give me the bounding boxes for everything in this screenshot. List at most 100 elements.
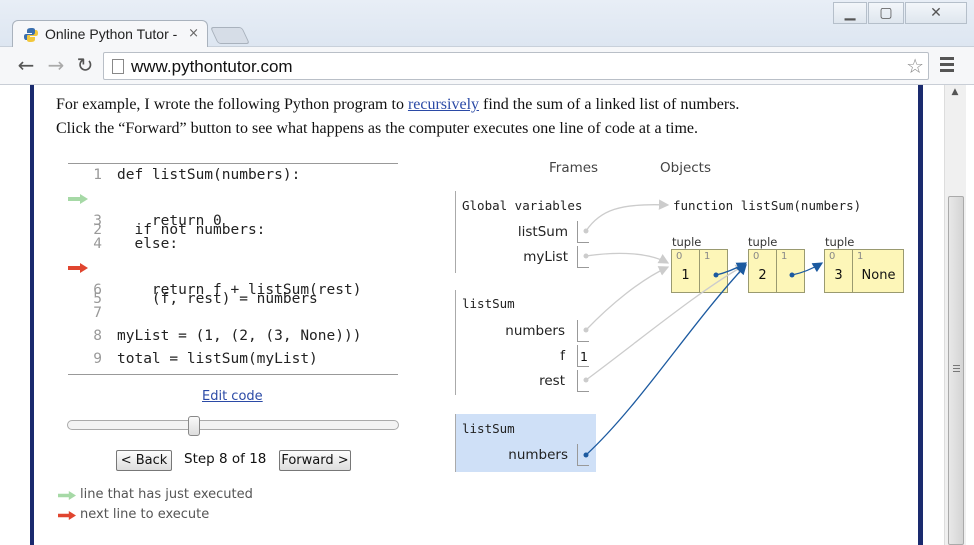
line-number: 6 <box>93 282 102 298</box>
next-line-arrow-icon <box>68 263 88 273</box>
intro-text-part: find the sum of a linked list of numbers… <box>479 96 740 113</box>
cell-index: 0 <box>829 251 836 262</box>
scrollbar-grip-icon <box>953 365 960 374</box>
forward-button[interactable]: Forward > <box>279 450 351 471</box>
cell-index: 1 <box>704 251 711 262</box>
tab-close-icon[interactable]: × <box>188 26 199 41</box>
frame2-var-numbers-box <box>577 444 589 466</box>
tuple-2-cell-1: 1 <box>777 250 805 292</box>
browser-toolbar: ← → ↻ www.pythontutor.com ☆ <box>0 47 974 85</box>
arrow-frame2-numbers <box>585 264 747 456</box>
step-slider-handle[interactable] <box>188 416 200 436</box>
frame1-var-rest: rest <box>539 373 565 389</box>
code-text: total = listSum(myList) <box>117 351 318 367</box>
tuple-2-label: tuple <box>748 235 778 249</box>
cell-index: 1 <box>781 251 788 262</box>
code-line-4: 4 else: <box>68 236 398 259</box>
cell-value: 2 <box>758 268 767 283</box>
code-line-3: 3 return 0 <box>68 213 398 236</box>
code-text: return 0 <box>117 213 222 229</box>
global-var-listSum-box <box>577 221 589 243</box>
legend-next-line-label: next line to execute <box>80 507 210 522</box>
reload-icon[interactable]: ↻ <box>73 53 97 77</box>
global-frame-border <box>455 191 456 273</box>
frame1-var-f: f <box>560 348 565 364</box>
tuple-1-cell-0: 01 <box>672 250 700 292</box>
address-bar[interactable]: www.pythontutor.com ☆ <box>103 52 929 80</box>
code-line-7: 7 <box>68 305 398 328</box>
back-button[interactable]: < Back <box>116 450 172 471</box>
url-text[interactable]: www.pythontutor.com <box>131 57 293 77</box>
next-line-legend-arrow-icon <box>58 511 76 520</box>
global-var-listSum: listSum <box>517 224 568 240</box>
step-slider-track[interactable] <box>67 420 399 430</box>
code-panel: 1 def listSum(numbers): 2 if not numbers:… <box>68 163 398 375</box>
global-var-myList-box <box>577 246 589 268</box>
python-logo-icon <box>24 28 38 42</box>
line-number: 1 <box>93 167 102 183</box>
edit-code-link[interactable]: Edit code <box>202 389 263 404</box>
intro-text-part: For example, I wrote the following Pytho… <box>56 96 408 113</box>
tuple-1-cell-1: 1 <box>700 250 728 292</box>
code-line-9: 9 total = listSum(myList) <box>68 351 398 374</box>
tuple-1-label: tuple <box>672 235 702 249</box>
frame1-var-f-value: 1 <box>580 349 588 364</box>
line-number: 4 <box>93 236 102 252</box>
scroll-up-icon[interactable]: ▲ <box>948 87 962 99</box>
cell-value: 3 <box>834 268 843 283</box>
bookmark-star-icon[interactable]: ☆ <box>906 54 924 78</box>
line-number: 3 <box>93 213 102 229</box>
cell-value: None <box>861 268 896 283</box>
function-object: function listSum(numbers) <box>673 198 862 213</box>
line-number: 9 <box>93 351 102 367</box>
cell-index: 0 <box>676 251 683 262</box>
intro-line-2: Click the “Forward” button to see what h… <box>56 120 699 137</box>
code-line-6: 6 return f + listSum(rest) <box>68 282 398 305</box>
right-border <box>918 85 923 545</box>
line-number: 7 <box>93 305 102 321</box>
cell-value: 1 <box>681 268 690 283</box>
tuple-3-label: tuple <box>825 235 855 249</box>
code-line-1: 1 def listSum(numbers): <box>68 167 398 190</box>
code-text: return f + listSum(rest) <box>117 282 362 298</box>
menu-icon[interactable] <box>940 57 956 73</box>
tuple-2: 02 1 <box>748 249 805 293</box>
arrow-global-myList <box>585 252 670 264</box>
forward-icon[interactable]: → <box>44 53 68 77</box>
frame2-title: listSum <box>462 421 515 436</box>
frame1-var-rest-box <box>577 370 589 392</box>
arrow-global-listSum <box>585 199 670 232</box>
tab-title: Online Python Tutor - <box>45 26 178 42</box>
just-executed-arrow-icon <box>68 194 88 204</box>
browser-titlebar: Online Python Tutor - × ▁ ▢ ✕ <box>0 0 974 48</box>
tuple-1: 01 1 <box>671 249 728 293</box>
close-window-button[interactable]: ✕ <box>905 2 967 24</box>
line-number: 8 <box>93 328 102 344</box>
tuple-3: 03 1 None <box>824 249 904 293</box>
browser-tab[interactable]: Online Python Tutor - × <box>12 20 208 48</box>
global-var-myList: myList <box>523 249 568 265</box>
code-line-8: 8 myList = (1, (2, (3, None))) <box>68 328 398 351</box>
maximize-button[interactable]: ▢ <box>868 2 904 24</box>
scrollbar-thumb[interactable] <box>948 196 964 545</box>
left-border <box>30 85 34 545</box>
code-line-5: 5 (f, rest) = numbers <box>68 259 398 307</box>
arrow-frame1-numbers <box>585 266 670 331</box>
frame1-title: listSum <box>462 296 515 311</box>
intro-text: For example, I wrote the following Pytho… <box>56 93 739 141</box>
code-text: else: <box>117 236 179 252</box>
frame1-var-numbers: numbers <box>505 323 565 339</box>
global-frame-title: Global variables <box>462 198 583 213</box>
tuple-3-cell-0: 03 <box>825 250 853 292</box>
tuple-2-cell-0: 02 <box>749 250 777 292</box>
new-tab-button[interactable] <box>210 27 250 44</box>
minimize-button[interactable]: ▁ <box>833 2 867 24</box>
code-line-2: 2 if not numbers: <box>68 190 398 238</box>
objects-header: Objects <box>660 160 712 176</box>
recursively-link[interactable]: recursively <box>408 96 479 113</box>
vertical-scrollbar[interactable]: ▲ <box>944 85 966 545</box>
cell-index: 0 <box>753 251 760 262</box>
back-icon[interactable]: ← <box>14 53 38 77</box>
page-icon <box>112 59 124 74</box>
intro-line-1: For example, I wrote the following Pytho… <box>56 93 739 117</box>
